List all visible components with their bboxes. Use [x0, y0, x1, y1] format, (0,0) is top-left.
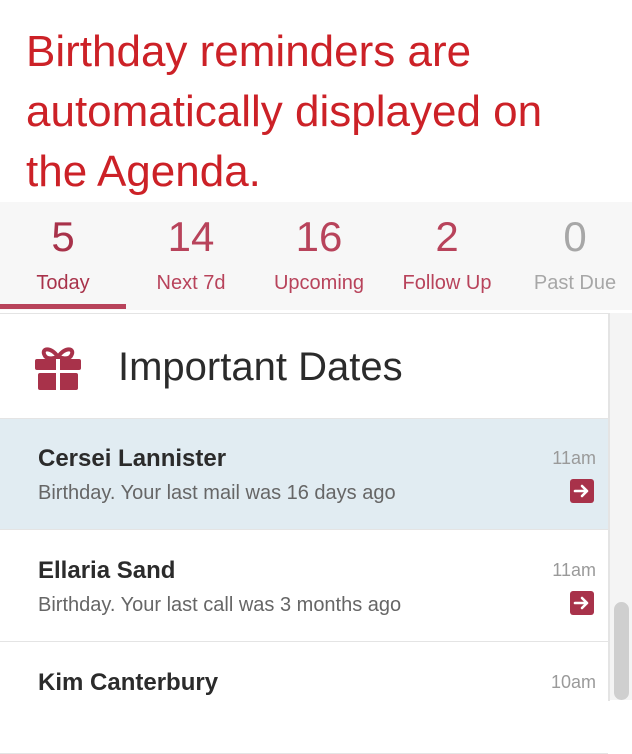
open-arrow-icon[interactable] — [570, 591, 594, 615]
contact-name: Cersei Lannister — [38, 445, 227, 472]
tab-next-7d-count: 14 — [167, 213, 215, 260]
open-arrow-icon[interactable] — [570, 479, 594, 503]
list-item[interactable]: Ellaria Sand Birthday. Your last call wa… — [0, 531, 608, 642]
tab-follow-up-count: 2 — [435, 213, 459, 260]
reminder-time: 11am — [552, 560, 596, 580]
reminder-description: Birthday. Your last mail was 16 days ago — [38, 482, 396, 504]
gift-icon — [34, 344, 82, 390]
scrollbar-thumb[interactable] — [614, 602, 629, 700]
reminder-description: Birthday. Your last call was 3 months ag… — [38, 594, 402, 616]
tab-upcoming-label: Upcoming — [273, 272, 365, 294]
tab-next-7d[interactable]: 14 Next 7d — [126, 202, 256, 310]
tab-next-7d-label: Next 7d — [156, 272, 226, 294]
active-tab-indicator — [0, 304, 126, 309]
contact-name: Ellaria Sand — [38, 557, 176, 584]
list-item[interactable]: Kim Canterbury 10am — [0, 643, 608, 754]
tab-upcoming-count: 16 — [295, 213, 343, 260]
reminder-time: 10am — [550, 672, 596, 692]
tab-past-due[interactable]: 0 Past Due — [512, 202, 632, 310]
important-dates-header: Important Dates — [0, 314, 608, 419]
section-title: Important Dates — [118, 345, 403, 389]
annotation-headline: Birthday reminders are automatically dis… — [26, 27, 543, 196]
contact-name: Kim Canterbury — [38, 669, 219, 696]
agenda-panel: Important Dates Cersei Lannister Birthda… — [0, 313, 610, 754]
agenda-tabs: 5 Today 14 Next 7d 16 Upcoming 2 Follow … — [0, 202, 632, 310]
tab-past-due-label: Past Due — [533, 272, 617, 294]
list-item[interactable]: Cersei Lannister Birthday. Your last mai… — [0, 419, 608, 530]
tab-today-label: Today — [36, 272, 90, 294]
tab-today[interactable]: 5 Today — [0, 202, 126, 310]
tab-follow-up[interactable]: 2 Follow Up — [382, 202, 512, 310]
tab-follow-up-label: Follow Up — [402, 272, 492, 294]
tab-today-count: 5 — [51, 213, 75, 260]
reminder-time: 11am — [552, 448, 596, 468]
tab-past-due-count: 0 — [563, 213, 587, 260]
tab-upcoming[interactable]: 16 Upcoming — [256, 202, 382, 310]
